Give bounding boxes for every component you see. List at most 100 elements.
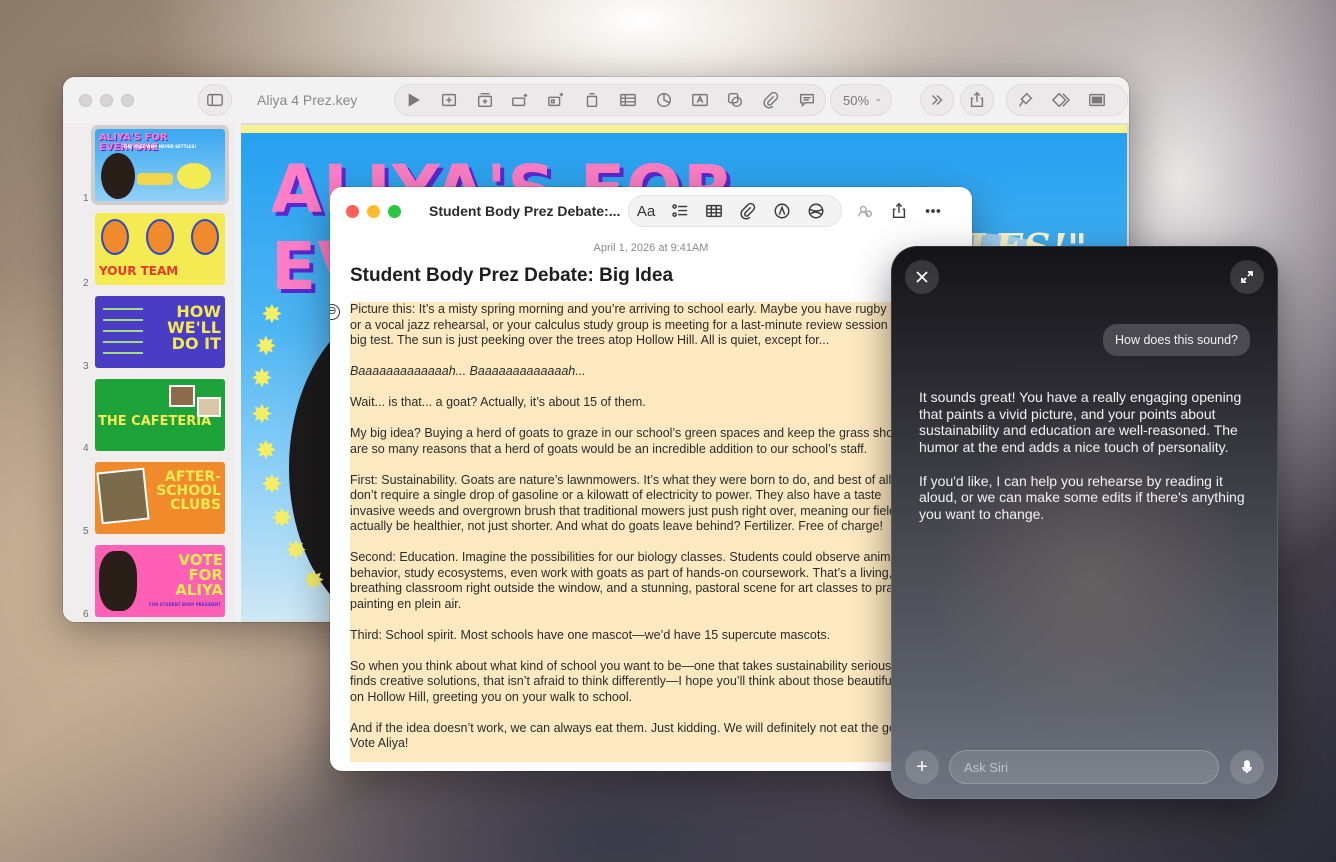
expand-icon — [1241, 271, 1253, 283]
yellow-sleeve — [137, 173, 173, 185]
club-photo — [96, 467, 150, 525]
note-line: Baaaaaaaaaaaaah... Baaaaaaaaaaaaah... — [350, 364, 586, 378]
attachment-button[interactable] — [753, 86, 789, 114]
slide-thumbnail-6[interactable]: VOTE FOR ALIYA FOR STUDENT BODY PRESIDEN… — [95, 545, 225, 617]
zoom-button[interactable] — [121, 94, 134, 107]
star-icon: ✸ — [285, 535, 307, 565]
slide-thumbnail-1[interactable]: ALIYA'S FOR EVERYONE THE PREZ WHO NEVER … — [91, 125, 229, 205]
food-photo — [197, 397, 221, 417]
star-icon: ✸ — [255, 435, 277, 465]
format-button[interactable] — [1007, 86, 1043, 114]
more-options-button[interactable] — [916, 197, 950, 225]
note-line: And if the idea doesn’t work, we can alw… — [350, 720, 910, 735]
note-line: Picture this: It’s a misty spring mornin… — [350, 302, 887, 316]
add-slide-icon — [441, 93, 456, 107]
slide-number: 1 — [83, 193, 89, 204]
sidebar-icon — [199, 86, 231, 114]
checklist-lines — [103, 308, 143, 358]
text-format-icon: Aa — [636, 202, 656, 220]
note-window-title: Student Body Prez Debate:... — [429, 203, 621, 219]
slide-thumbnail-2[interactable]: YOUR TEAM — [95, 213, 225, 285]
note-line: So when you think about what kind of sch… — [350, 658, 901, 673]
share-button[interactable] — [882, 197, 916, 225]
chevron-down-icon: ⌄ — [874, 93, 882, 103]
paperclip-icon — [763, 91, 779, 109]
zoom-menu[interactable]: 50% ⌄ — [830, 84, 892, 116]
note-body[interactable]: Picture this: It’s a misty spring mornin… — [350, 302, 910, 762]
document-button[interactable] — [1079, 86, 1115, 114]
user-message-bubble: How does this sound? — [1103, 324, 1250, 356]
insert-build-button[interactable] — [502, 86, 538, 114]
siri-response: It sounds great! You have a really engag… — [919, 389, 1259, 539]
minimize-button[interactable] — [100, 94, 113, 107]
plus-icon: + — [916, 756, 928, 778]
play-button[interactable] — [395, 86, 431, 114]
add-slide-button[interactable] — [431, 86, 467, 114]
text-box-button[interactable] — [682, 86, 718, 114]
insert-toolbar-group — [394, 84, 826, 116]
play-icon — [408, 93, 420, 107]
note-line: behavior, study ecosystems, even work wi… — [350, 565, 893, 580]
note-line: My big idea? Buying a herd of goats to g… — [350, 426, 901, 440]
portrait-image — [99, 551, 137, 611]
note-paragraph: And if the idea doesn’t work, we can alw… — [350, 721, 910, 752]
table-icon — [706, 204, 722, 218]
notes-window-controls — [346, 205, 401, 218]
master-slide-icon — [586, 92, 598, 108]
note-line: Second: Education. Imagine the possibili… — [350, 550, 901, 564]
animate-button[interactable] — [1043, 86, 1079, 114]
animate-diamond-icon — [1052, 92, 1070, 108]
yellow-badge — [177, 163, 211, 189]
minimize-button[interactable] — [367, 205, 380, 218]
media-button[interactable] — [799, 197, 833, 225]
magic-move-button[interactable] — [538, 86, 574, 114]
ask-siri-input[interactable] — [949, 750, 1219, 784]
slide-thumbnail-title: YOUR TEAM — [99, 264, 179, 278]
checklist-icon — [672, 204, 688, 217]
ellipsis-icon — [925, 209, 941, 213]
chart-button[interactable] — [646, 86, 682, 114]
sidebar-toggle-button[interactable] — [198, 84, 232, 116]
slide-thumbnail-4[interactable]: THE CAFETERIA — [95, 379, 225, 451]
duplicate-slide-button[interactable] — [467, 86, 503, 114]
collaborate-button[interactable] — [848, 197, 882, 225]
siri-response-paragraph: It sounds great! You have a really engag… — [919, 389, 1242, 456]
note-actions-toolbar — [848, 195, 968, 227]
paperclip-icon — [740, 202, 756, 220]
close-button[interactable] — [79, 94, 92, 107]
close-button[interactable] — [346, 205, 359, 218]
magic-move-icon — [548, 92, 564, 107]
note-heading[interactable]: Student Body Prez Debate: Big Idea — [350, 265, 673, 287]
siri-microphone-button[interactable] — [1230, 750, 1264, 784]
share-button[interactable] — [960, 84, 994, 116]
siri-add-button[interactable]: + — [905, 750, 939, 784]
slide-number: 2 — [83, 278, 89, 289]
table-button[interactable] — [610, 86, 646, 114]
text-format-button[interactable]: Aa — [629, 197, 663, 225]
slide-stack-icon — [477, 92, 492, 108]
comment-button[interactable] — [789, 86, 825, 114]
zoom-button[interactable] — [388, 205, 401, 218]
markup-button[interactable] — [765, 197, 799, 225]
close-icon — [916, 271, 928, 283]
document-title: Aliya 4 Prez.key — [257, 92, 358, 108]
portrait-circle — [191, 219, 219, 255]
note-format-toolbar: Aa — [628, 195, 842, 227]
checklist-button[interactable] — [663, 197, 697, 225]
more-tools-button[interactable] — [920, 84, 954, 116]
note-line: Wait... is that... a goat? Actually, it’… — [350, 395, 646, 409]
siri-expand-button[interactable] — [1230, 260, 1264, 294]
collapse-section-icon[interactable]: ⊖ — [330, 304, 340, 320]
slide-thumbnail-3[interactable]: HOW WE'LL DO IT — [95, 296, 225, 368]
master-slide-button[interactable] — [574, 86, 610, 114]
keynote-window-controls — [79, 94, 134, 107]
shape-button[interactable] — [717, 86, 753, 114]
table-button[interactable] — [697, 197, 731, 225]
note-line: big test. The sun is just peeking over t… — [350, 333, 830, 347]
siri-close-button[interactable] — [905, 260, 939, 294]
note-line: breathing classroom right outside the wi… — [350, 581, 910, 595]
markup-pen-icon — [774, 203, 790, 219]
slide-thumbnail-5[interactable]: AFTER-SCHOOL CLUBS — [95, 462, 225, 534]
table-icon — [619, 93, 636, 107]
attachment-button[interactable] — [731, 197, 765, 225]
